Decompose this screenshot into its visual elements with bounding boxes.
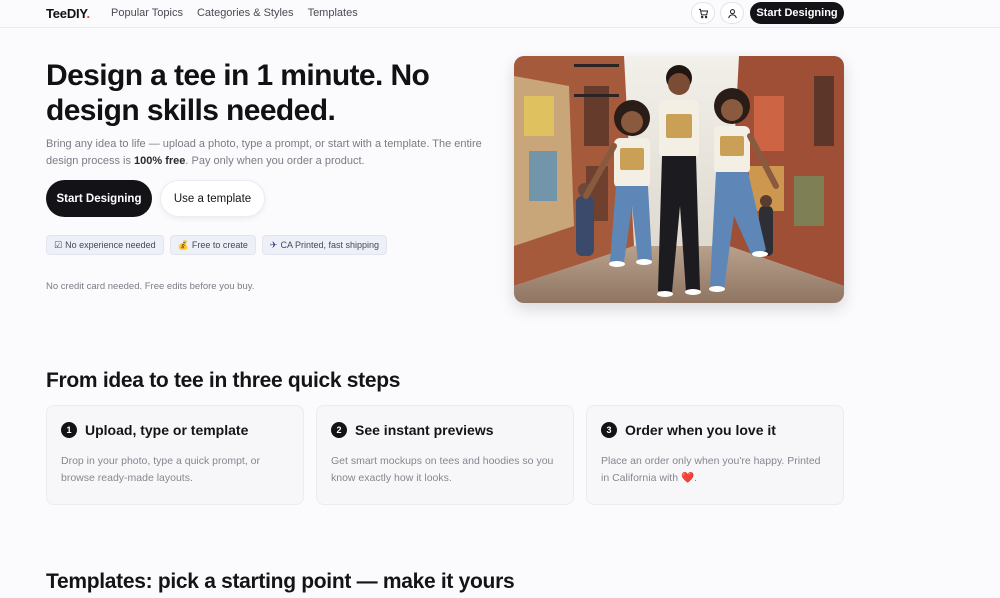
badge-label: No experience needed bbox=[65, 240, 156, 250]
cart-button[interactable] bbox=[691, 2, 715, 24]
step-number: 1 bbox=[61, 422, 77, 438]
logo-text: TeeDIY bbox=[46, 6, 87, 21]
badge-no-experience: ☑ No experience needed bbox=[46, 235, 164, 255]
step-description-text: Place an order only when you're happy. P… bbox=[601, 455, 821, 484]
badge-ca-printed: ✈ CA Printed, fast shipping bbox=[261, 235, 388, 255]
step-title: Order when you love it bbox=[625, 422, 776, 438]
step-card-3: 3 Order when you love it Place an order … bbox=[586, 405, 844, 505]
hero-note: No credit card needed. Free edits before… bbox=[46, 281, 255, 292]
step-card-1: 1 Upload, type or template Drop in your … bbox=[46, 405, 304, 505]
use-template-button[interactable]: Use a template bbox=[160, 180, 265, 217]
step-title: Upload, type or template bbox=[85, 422, 249, 438]
top-nav: TeeDIY. Popular Topics Categories & Styl… bbox=[0, 0, 1000, 28]
user-icon bbox=[727, 8, 737, 18]
cart-icon bbox=[698, 8, 708, 18]
nav-link-popular-topics[interactable]: Popular Topics bbox=[111, 7, 183, 19]
heart-icon: ❤️ bbox=[680, 472, 695, 484]
hero-title: Design a tee in 1 minute. No design skil… bbox=[46, 59, 430, 127]
checkbox-icon: ☑ bbox=[54, 239, 63, 250]
step-description: Drop in your photo, type a quick prompt,… bbox=[61, 455, 261, 484]
start-designing-button[interactable]: Start Designing bbox=[46, 180, 152, 217]
nav-link-categories-styles[interactable]: Categories & Styles bbox=[197, 7, 294, 19]
step-description: Place an order only when you're happy. P… bbox=[601, 453, 831, 487]
step-title: See instant previews bbox=[355, 422, 494, 438]
templates-section-title: Templates: pick a starting point — make … bbox=[46, 570, 515, 593]
account-button[interactable] bbox=[720, 2, 744, 24]
hero-photo-illustration bbox=[514, 56, 844, 303]
hero-description: Bring any idea to life — upload a photo,… bbox=[46, 136, 506, 170]
steps-section-title: From idea to tee in three quick steps bbox=[46, 369, 401, 392]
badge-label: CA Printed, fast shipping bbox=[280, 240, 380, 250]
money-bag-icon: 💰 bbox=[177, 239, 189, 250]
airplane-icon: ✈ bbox=[269, 239, 278, 250]
logo[interactable]: TeeDIY. bbox=[46, 6, 90, 21]
step-description-end: . bbox=[694, 472, 697, 484]
hero-image bbox=[514, 56, 844, 303]
badge-free-to-create: 💰 Free to create bbox=[169, 235, 256, 255]
step-description: Get smart mockups on tees and hoodies so… bbox=[331, 455, 554, 484]
nav-links: Popular Topics Categories & Styles Templ… bbox=[111, 7, 358, 19]
badge-label: Free to create bbox=[191, 240, 248, 250]
hero-desc-part2: . Pay only when you order a product. bbox=[185, 155, 365, 167]
nav-start-designing-button[interactable]: Start Designing bbox=[750, 2, 844, 24]
nav-link-templates[interactable]: Templates bbox=[308, 7, 358, 19]
logo-accent: . bbox=[86, 6, 90, 21]
hero-desc-bold: 100% free bbox=[134, 155, 186, 167]
step-number: 2 bbox=[331, 422, 347, 438]
step-card-2: 2 See instant previews Get smart mockups… bbox=[316, 405, 574, 505]
step-number: 3 bbox=[601, 422, 617, 438]
feature-badges: ☑ No experience needed 💰 Free to create … bbox=[46, 235, 388, 255]
